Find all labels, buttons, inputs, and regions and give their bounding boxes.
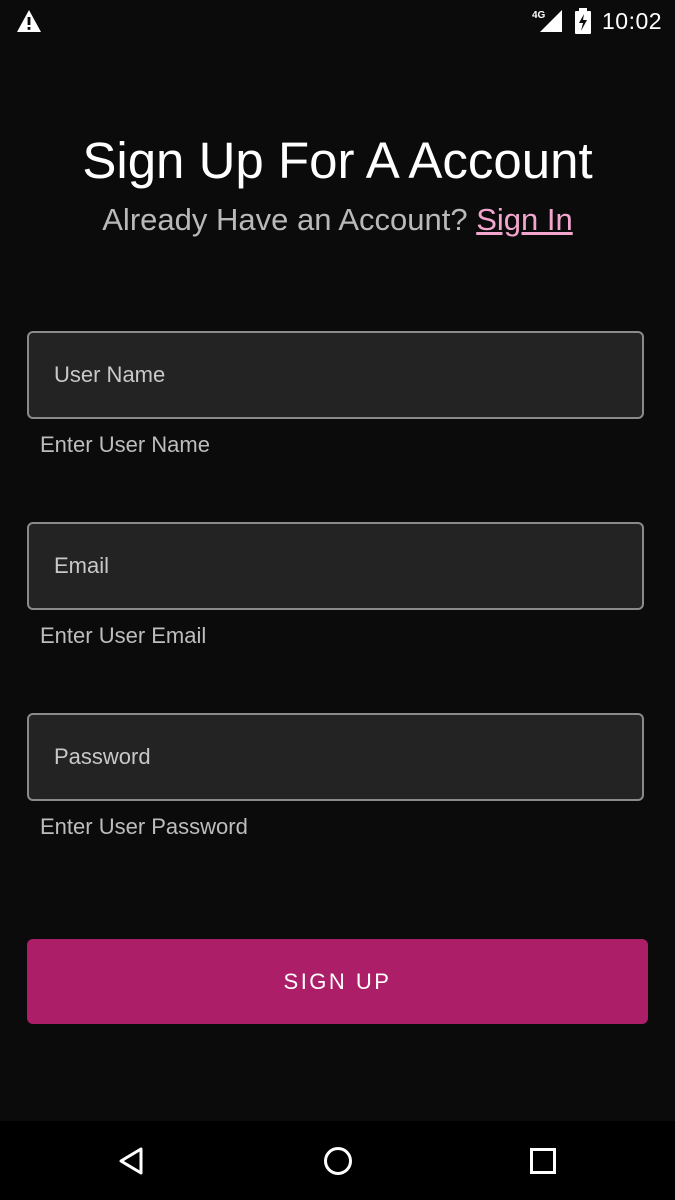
signin-link[interactable]: Sign In	[476, 202, 573, 237]
recents-icon	[530, 1147, 556, 1174]
email-input[interactable]	[29, 524, 642, 608]
signup-button[interactable]: SIGN UP	[27, 939, 648, 1024]
username-input[interactable]	[29, 333, 642, 417]
password-field[interactable]	[27, 713, 644, 801]
username-helper-text: Enter User Name	[40, 432, 210, 457]
signal-icon: 4G	[532, 10, 562, 32]
password-input[interactable]	[29, 715, 642, 799]
back-button[interactable]	[87, 1121, 177, 1200]
password-helper-text: Enter User Password	[40, 814, 248, 839]
battery-charging-icon	[575, 8, 591, 34]
signin-prompt: Already Have an Account? Sign In	[0, 200, 675, 240]
network-type-label: 4G	[532, 10, 546, 21]
page-title: Sign Up For A Account	[82, 132, 593, 189]
warning-icon	[17, 10, 41, 32]
navigation-bar	[0, 1121, 675, 1200]
email-helper-text: Enter User Email	[40, 623, 207, 648]
signin-prompt-text: Already Have an Account?	[102, 202, 468, 237]
home-icon	[324, 1146, 352, 1175]
back-icon	[119, 1147, 143, 1174]
status-clock: 10:02	[602, 8, 663, 34]
email-field[interactable]	[27, 522, 644, 610]
status-bar: 4G 10:02	[0, 0, 675, 42]
username-field[interactable]	[27, 331, 644, 419]
home-button[interactable]	[293, 1121, 383, 1200]
recents-button[interactable]	[498, 1121, 588, 1200]
